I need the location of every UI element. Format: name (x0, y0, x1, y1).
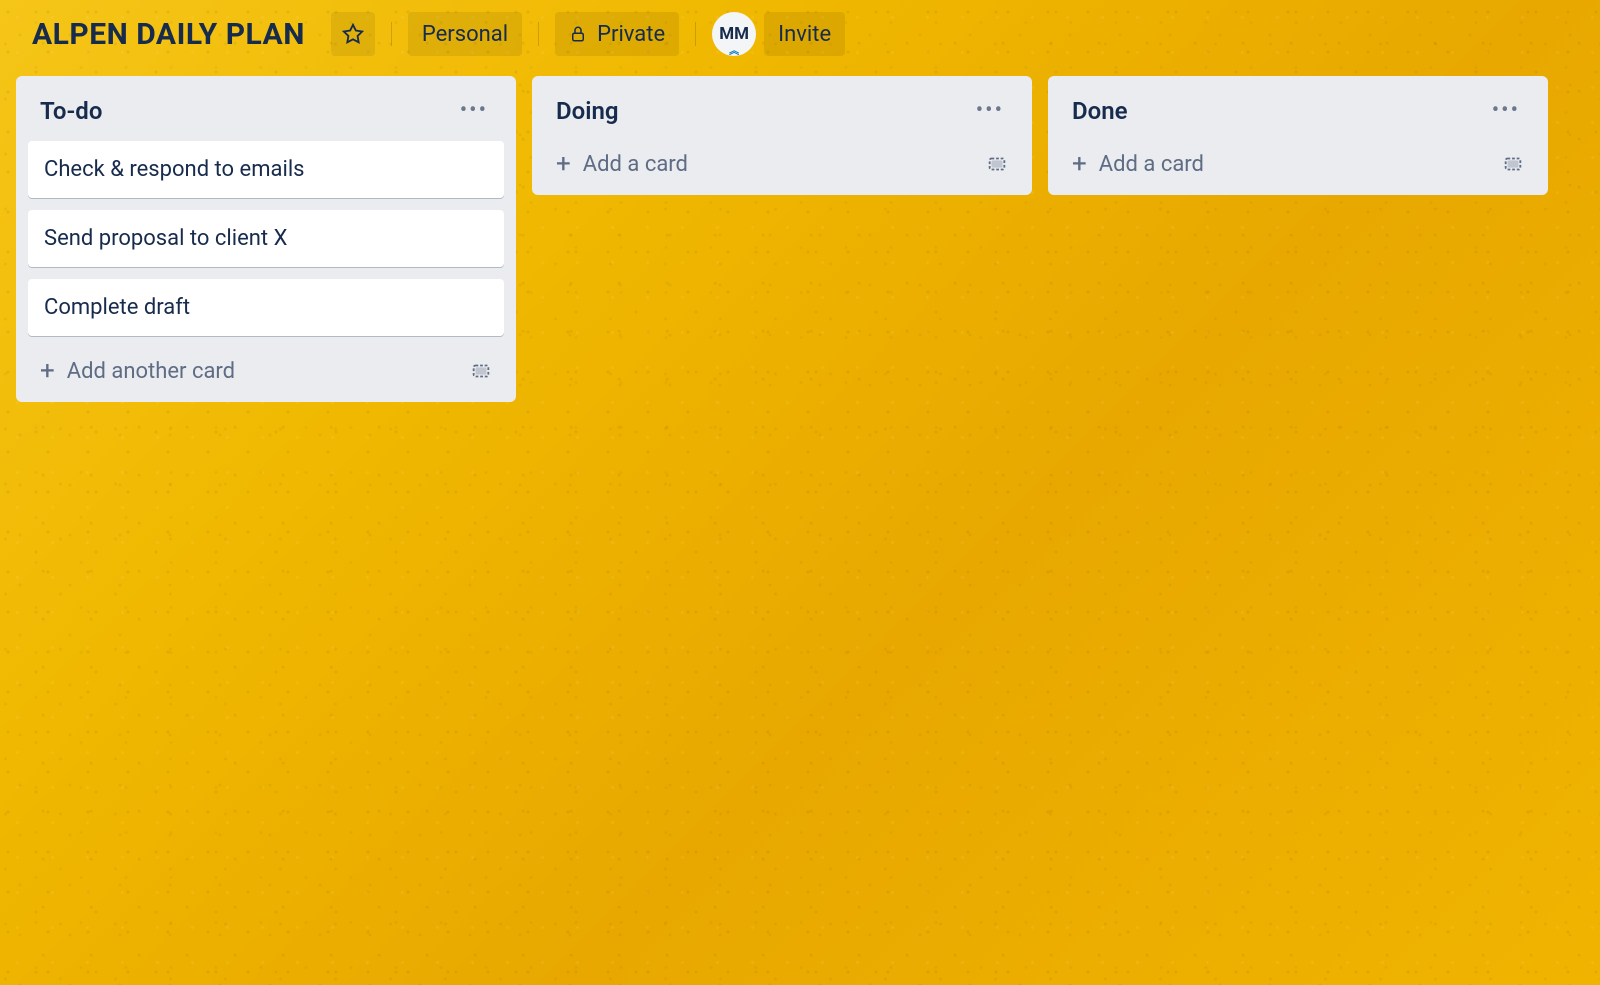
list-menu-button[interactable]: ••• (972, 94, 1008, 127)
template-icon[interactable] (986, 153, 1008, 175)
divider (538, 22, 539, 46)
ellipsis-icon: ••• (976, 98, 1004, 123)
avatar-initials: MM (719, 24, 749, 44)
board-canvas: To-do ••• Check & respond to emails Send… (0, 68, 1600, 410)
list-header: Doing ••• (544, 88, 1020, 141)
list-title[interactable]: To-do (40, 97, 102, 125)
star-button[interactable] (331, 12, 375, 56)
list-doing: Doing ••• + Add a card (532, 76, 1032, 195)
card[interactable]: Check & respond to emails (28, 141, 504, 198)
ellipsis-icon: ••• (460, 98, 488, 123)
list-menu-button[interactable]: ••• (1488, 94, 1524, 127)
add-card-label: Add a card (583, 152, 688, 177)
list-header: To-do ••• (28, 88, 504, 141)
ellipsis-icon: ••• (1492, 98, 1520, 123)
workspace-label: Personal (422, 22, 508, 47)
divider (695, 22, 696, 46)
add-card-left: + Add another card (40, 358, 235, 384)
invite-label: Invite (778, 22, 831, 47)
add-card-left: + Add a card (556, 151, 688, 177)
template-icon[interactable] (470, 360, 492, 382)
template-icon[interactable] (1502, 153, 1524, 175)
add-card-button[interactable]: + Add a card (544, 141, 1020, 181)
card[interactable]: Complete draft (28, 279, 504, 336)
add-card-button[interactable]: + Add a card (1060, 141, 1536, 181)
add-card-label: Add a card (1099, 152, 1204, 177)
visibility-button[interactable]: Private (555, 12, 679, 56)
plus-icon: + (556, 151, 571, 177)
add-card-left: + Add a card (1072, 151, 1204, 177)
chevron-up-icon: ︽ (729, 49, 739, 54)
workspace-button[interactable]: Personal (408, 12, 522, 56)
star-icon (342, 23, 364, 45)
plus-icon: + (40, 358, 55, 384)
list-done: Done ••• + Add a card (1048, 76, 1548, 195)
avatar[interactable]: MM ︽ (712, 12, 756, 56)
card[interactable]: Send proposal to client X (28, 210, 504, 267)
divider (391, 22, 392, 46)
add-card-label: Add another card (67, 359, 235, 384)
list-title[interactable]: Doing (556, 97, 619, 125)
visibility-label: Private (597, 22, 665, 47)
board-title[interactable]: ALPEN DAILY PLAN (32, 17, 305, 52)
add-card-button[interactable]: + Add another card (28, 348, 504, 388)
plus-icon: + (1072, 151, 1087, 177)
list-header: Done ••• (1060, 88, 1536, 141)
board-header: ALPEN DAILY PLAN Personal Private MM ︽ I… (0, 0, 1600, 68)
list-title[interactable]: Done (1072, 97, 1128, 125)
list-todo: To-do ••• Check & respond to emails Send… (16, 76, 516, 402)
lock-icon (569, 25, 587, 43)
invite-button[interactable]: Invite (764, 12, 845, 56)
list-menu-button[interactable]: ••• (456, 94, 492, 127)
